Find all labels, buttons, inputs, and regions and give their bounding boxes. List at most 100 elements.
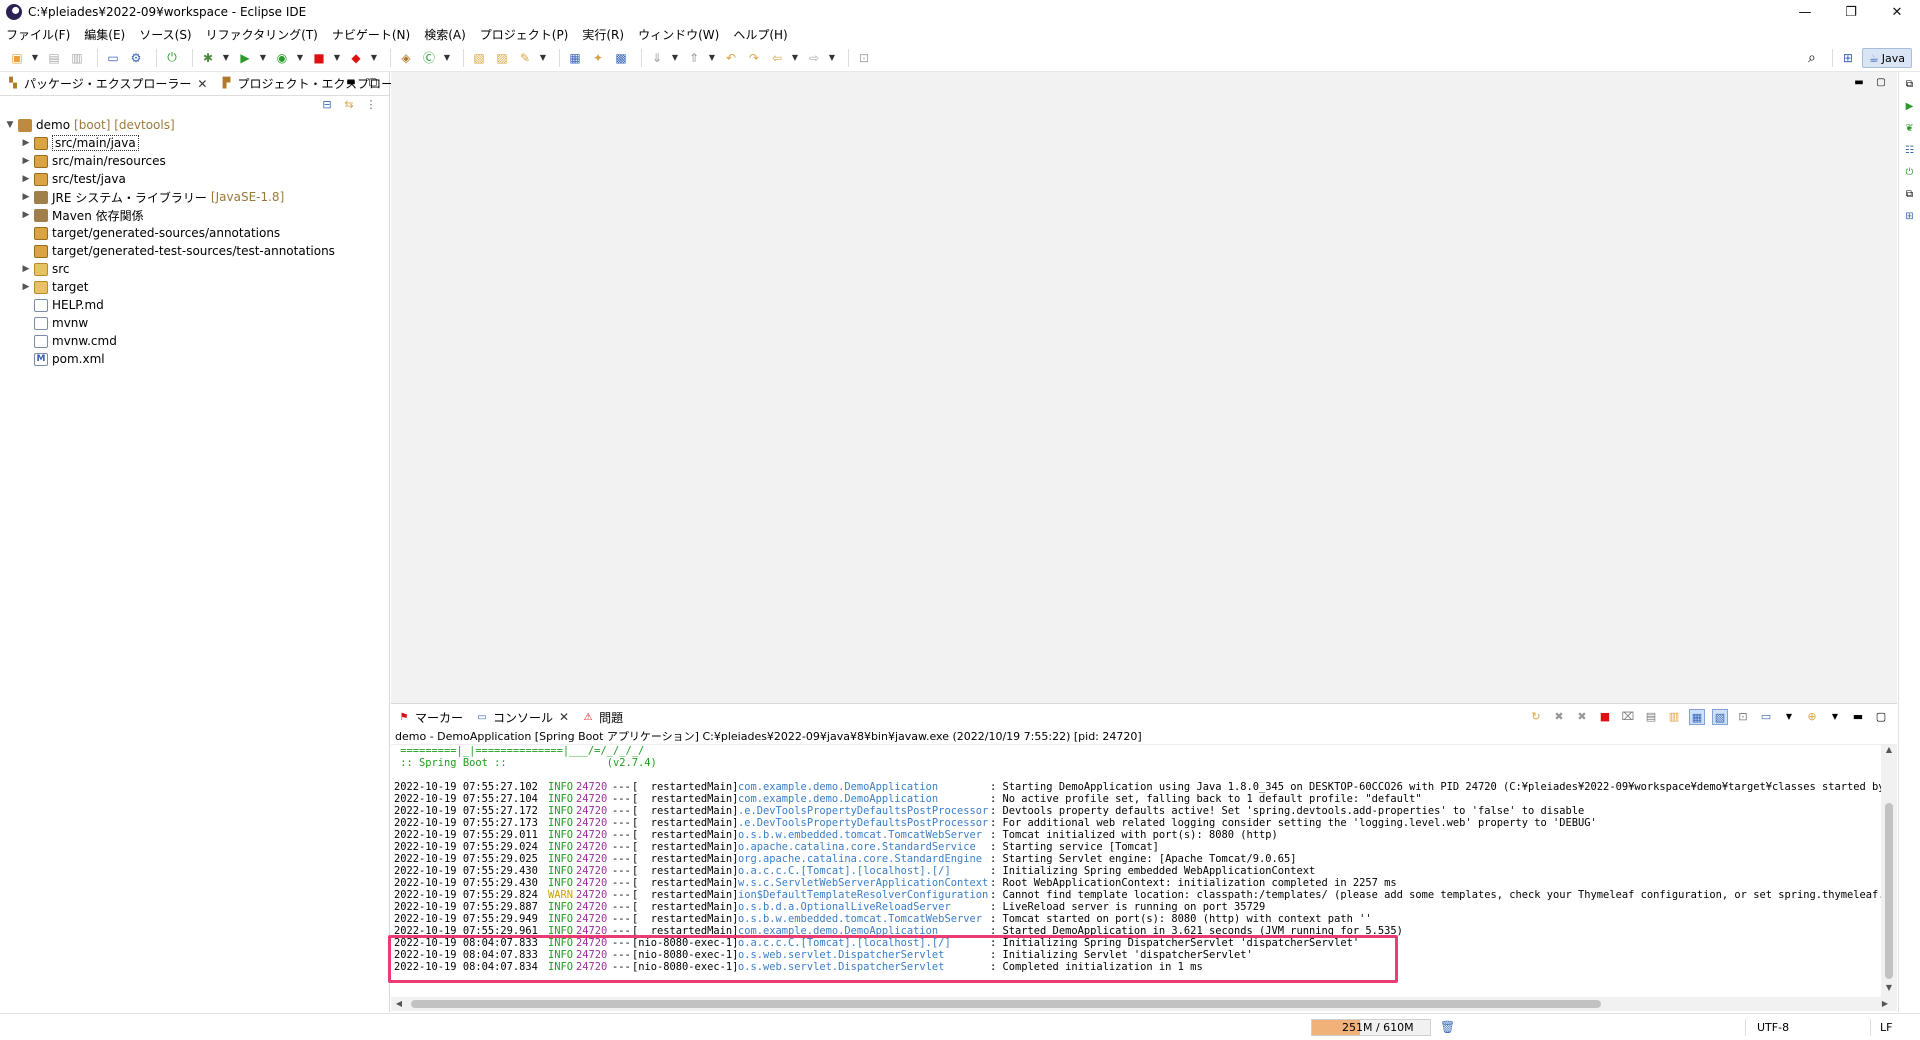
scroll-up-icon[interactable]: ▲ <box>1881 745 1897 759</box>
run-icon[interactable]: ▶ <box>236 49 254 67</box>
show-stderr-icon[interactable]: ▧ <box>1712 709 1728 725</box>
menu-source[interactable]: ソース(S) <box>139 26 191 43</box>
save-all-icon[interactable]: ▥ <box>68 49 86 67</box>
garbage-collect-icon[interactable]: 🗑 <box>1440 1020 1455 1034</box>
new-class-dropdown-icon[interactable]: ▼ <box>443 53 451 62</box>
display-console-icon[interactable]: ▭ <box>1758 709 1774 725</box>
editor-area[interactable]: ▬ ▢ <box>391 72 1897 704</box>
relaunch-icon[interactable]: ↻ <box>1528 709 1544 725</box>
new-class-icon[interactable]: Ⓒ <box>420 49 438 67</box>
tree-row-project[interactable]: ▼ demo [boot] [devtools] <box>4 116 389 134</box>
console-horizontal-scrollbar[interactable]: ◀ ▶ <box>391 997 1897 1011</box>
search-tool-icon[interactable]: ✎ <box>516 49 534 67</box>
breadcrumb-icon[interactable]: ✦ <box>589 49 607 67</box>
tab-markers[interactable]: ⚑ マーカー <box>391 706 469 728</box>
menu-help[interactable]: ヘルプ(H) <box>733 26 787 43</box>
console-output[interactable]: =========|_|==============|___/=/_/_/_/ … <box>391 745 1881 997</box>
tab-console[interactable]: ▭ コンソール ✕ <box>469 706 576 728</box>
open-console-icon[interactable]: ⊕ <box>1804 709 1820 725</box>
back-icon[interactable]: ⇦ <box>768 49 786 67</box>
coverage-dropdown-icon[interactable]: ▼ <box>296 53 304 62</box>
clear-console-icon[interactable]: ⌧ <box>1620 709 1636 725</box>
open-task-icon[interactable]: ▨ <box>493 49 511 67</box>
menu-window[interactable]: ウィンドウ(W) <box>638 26 719 43</box>
minimize-view-icon[interactable]: ▬ <box>343 76 359 90</box>
open-console-dropdown-icon[interactable]: ▼ <box>1827 709 1843 725</box>
restore-icon[interactable]: ⧉ <box>1903 188 1917 202</box>
restore-icon[interactable]: ⧉ <box>1903 78 1917 92</box>
debug-icon[interactable]: ✱ <box>199 49 217 67</box>
tree-row[interactable]: ▶ JRE システム・ライブラリー [JavaSE-1.8] <box>4 188 389 206</box>
coverage-icon[interactable]: ◉ <box>273 49 291 67</box>
chevron-right-icon[interactable]: ▶ <box>20 156 32 166</box>
tree-row[interactable]: M pom.xml <box>4 350 389 368</box>
minimize-view-icon[interactable]: ▬ <box>1851 76 1867 90</box>
open-perspective-icon[interactable]: ⊞ <box>1839 49 1857 67</box>
outline-icon[interactable]: ☷ <box>1903 144 1917 158</box>
view-menu-icon[interactable]: ⋮ <box>363 98 379 114</box>
maximize-view-icon[interactable]: ▢ <box>365 76 381 90</box>
last-edit-icon[interactable]: ↶ <box>722 49 740 67</box>
pin-console-icon[interactable]: ⊡ <box>1735 709 1751 725</box>
display-dropdown-icon[interactable]: ▼ <box>1781 709 1797 725</box>
tree-row[interactable]: ▶ target <box>4 278 389 296</box>
new-icon[interactable]: ▣ <box>8 49 26 67</box>
show-stdout-icon[interactable]: ▦ <box>1689 709 1705 725</box>
scroll-left-icon[interactable]: ◀ <box>391 997 407 1011</box>
line-delimiter[interactable]: LF <box>1880 1021 1892 1034</box>
tab-package-explorer[interactable]: ▚ パッケージ・エクスプローラー ✕ <box>0 72 214 95</box>
hierarchy-icon[interactable]: ⊞ <box>1903 210 1917 224</box>
block-selection-icon[interactable]: ▩ <box>612 49 630 67</box>
boot-dashboard-icon[interactable]: ▶ <box>1903 100 1917 114</box>
new-package-icon[interactable]: ◈ <box>397 49 415 67</box>
link-with-editor-icon[interactable]: ⇆ <box>341 98 357 114</box>
search-icon[interactable]: ⌕ <box>1803 49 1821 67</box>
close-window-button[interactable]: ✕ <box>1874 0 1920 24</box>
forward-dropdown-icon[interactable]: ▼ <box>828 53 836 62</box>
tree-row[interactable]: mvnw.cmd <box>4 332 389 350</box>
menu-project[interactable]: プロジェクト(P) <box>480 26 569 43</box>
close-icon[interactable]: ✕ <box>197 77 207 91</box>
menu-run[interactable]: 実行(R) <box>582 26 624 43</box>
minimize-view-icon[interactable]: ▬ <box>1850 709 1866 725</box>
heap-status[interactable]: 251M / 610M <box>1311 1019 1431 1036</box>
file-encoding[interactable]: UTF-8 <box>1757 1021 1789 1034</box>
forward-icon[interactable]: ⇨ <box>805 49 823 67</box>
stop-dropdown-icon[interactable]: ▼ <box>333 53 341 62</box>
collapse-all-icon[interactable]: ⊟ <box>319 98 335 114</box>
prev-annotation-icon[interactable]: ⇑ <box>685 49 703 67</box>
minimize-button[interactable]: — <box>1782 0 1828 24</box>
maximize-view-icon[interactable]: ▢ <box>1873 709 1889 725</box>
next-annotation-icon[interactable]: ⇓ <box>648 49 666 67</box>
tree-row[interactable]: HELP.md <box>4 296 389 314</box>
spring-boot-icon[interactable]: ⏻ <box>163 49 181 67</box>
tree-row[interactable]: ▶ src/main/resources <box>4 152 389 170</box>
toggle-mark-icon[interactable]: ▦ <box>566 49 584 67</box>
close-icon[interactable]: ✕ <box>559 710 569 724</box>
restore-button[interactable]: ❐ <box>1828 0 1874 24</box>
word-wrap-icon[interactable]: ▥ <box>1666 709 1682 725</box>
save-icon[interactable]: ▤ <box>45 49 63 67</box>
external-tools-dropdown-icon[interactable]: ▼ <box>370 53 378 62</box>
open-type-icon[interactable]: ▧ <box>470 49 488 67</box>
menu-search[interactable]: 検索(A) <box>424 26 466 43</box>
chevron-right-icon[interactable]: ▶ <box>20 192 32 202</box>
chevron-right-icon[interactable]: ▶ <box>20 210 32 220</box>
tab-problems[interactable]: ⚠ 問題 <box>575 706 629 728</box>
new-dropdown-icon[interactable]: ▼ <box>31 53 39 62</box>
menu-edit[interactable]: 編集(E) <box>84 26 125 43</box>
scroll-down-icon[interactable]: ▼ <box>1881 983 1897 997</box>
chevron-down-icon[interactable]: ▼ <box>4 120 16 130</box>
next-annotation-dropdown-icon[interactable]: ▼ <box>671 53 679 62</box>
tree-row[interactable]: mvnw <box>4 314 389 332</box>
tree-row[interactable]: ▶ src/test/java <box>4 170 389 188</box>
spring-boot-icon[interactable]: ⏻ <box>1903 166 1917 180</box>
menu-file[interactable]: ファイル(F) <box>6 26 70 43</box>
forward-edit-icon[interactable]: ↷ <box>745 49 763 67</box>
chevron-right-icon[interactable]: ▶ <box>20 174 32 184</box>
chevron-right-icon[interactable]: ▶ <box>20 264 32 274</box>
run-dropdown-icon[interactable]: ▼ <box>259 53 267 62</box>
maximize-view-icon[interactable]: ▢ <box>1873 76 1889 90</box>
scrollbar-thumb[interactable] <box>411 1000 1601 1008</box>
chevron-right-icon[interactable]: ▶ <box>20 138 32 148</box>
